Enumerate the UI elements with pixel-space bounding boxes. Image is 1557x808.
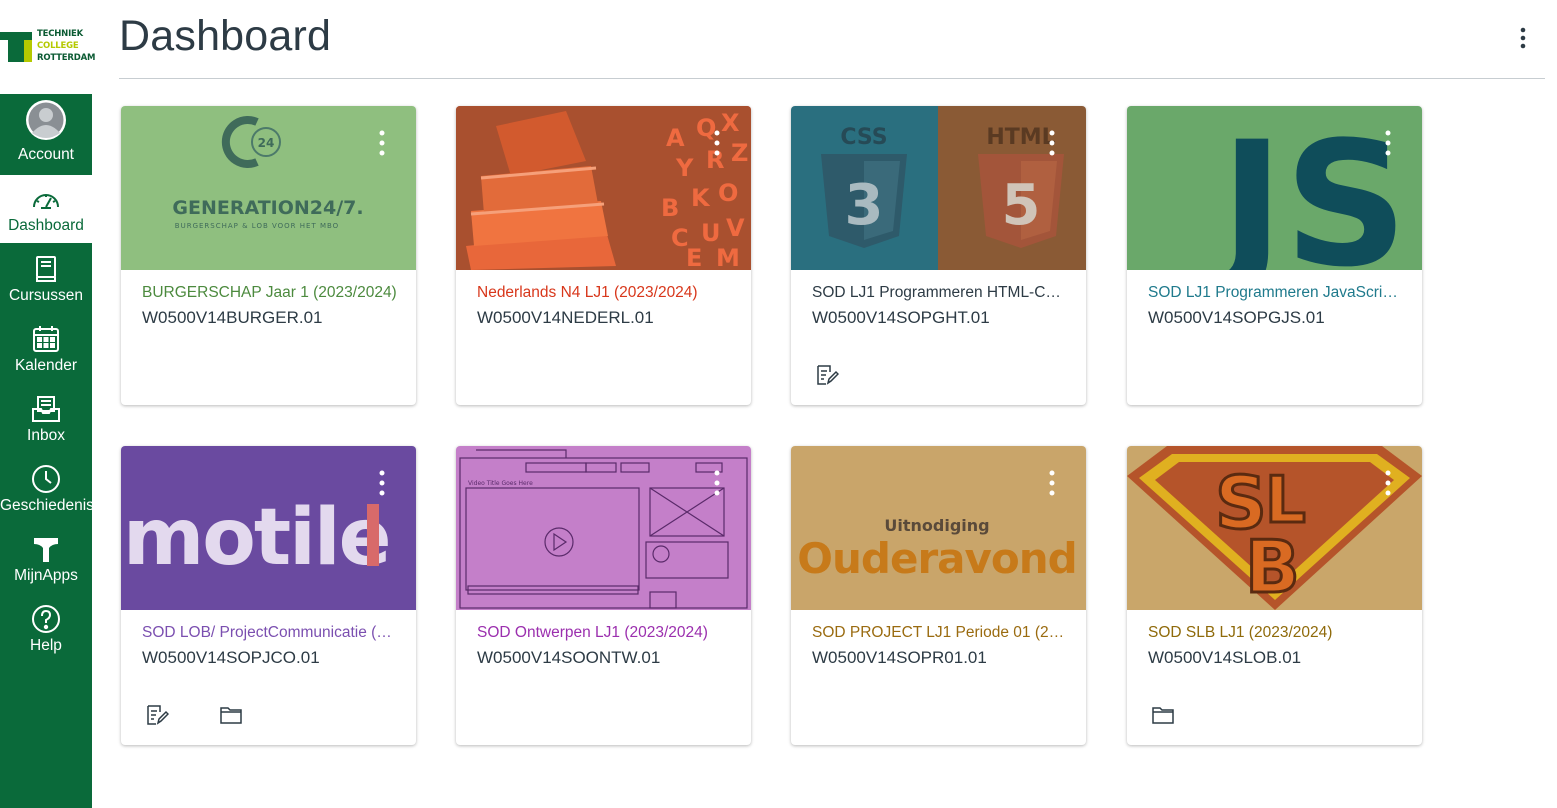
dashboard-options-button[interactable] xyxy=(1508,22,1538,54)
nav-label-account: Account xyxy=(17,146,74,163)
account-avatar-icon xyxy=(0,100,92,140)
svg-text:Z: Z xyxy=(731,139,748,167)
course-code: W0500V14SOONTW.01 xyxy=(477,648,661,667)
course-card[interactable]: AQX YRZ BKO CUV EM Nederlands N4 LJ1 (20… xyxy=(456,106,751,405)
nav-item-account[interactable]: Account xyxy=(0,96,92,166)
svg-text:E: E xyxy=(686,244,702,270)
course-title-link[interactable]: SOD LOB/ ProjectCommunicatie (2023/2024) xyxy=(142,624,400,642)
svg-text:A: A xyxy=(666,124,685,152)
course-card[interactable]: 24 GENERATION24/7. BURGERSCHAP & LOB VOO… xyxy=(121,106,416,405)
course-title-link[interactable]: SOD PROJECT LJ1 Periode 01 (2023/2024) xyxy=(812,624,1070,642)
svg-text:BURGERSCHAP & LOB VOOR HET MBO: BURGERSCHAP & LOB VOOR HET MBO xyxy=(175,222,339,230)
kebab-menu-icon xyxy=(1049,470,1055,496)
calendar-icon xyxy=(0,321,92,357)
course-title-link[interactable]: SOD SLB LJ1 (2023/2024) xyxy=(1148,624,1406,642)
inbox-icon xyxy=(0,391,92,427)
card-options-button[interactable] xyxy=(1378,128,1398,158)
nav-label-mijnapps: MijnApps xyxy=(14,567,78,584)
files-folder-icon[interactable] xyxy=(219,703,243,727)
svg-text:U: U xyxy=(701,219,721,247)
svg-text:CSS: CSS xyxy=(840,125,887,150)
svg-text:motile: motile xyxy=(123,493,390,583)
kebab-menu-icon xyxy=(714,130,720,156)
course-card[interactable]: CSS 3 HTML 5 SOD LJ1 Programmeren HTML-C… xyxy=(791,106,1086,405)
help-question-icon xyxy=(0,601,92,637)
svg-text:B: B xyxy=(1245,525,1300,609)
kebab-menu-icon xyxy=(379,470,385,496)
course-code: W0500V14SOPGJS.01 xyxy=(1148,308,1325,327)
history-clock-icon xyxy=(0,461,92,497)
course-card[interactable]: Video Title Goes Here SOD Ontwerpen LJ1 … xyxy=(456,446,751,745)
card-options-button[interactable] xyxy=(1042,468,1062,498)
dashboard-gauge-icon xyxy=(0,181,92,217)
kebab-menu-icon xyxy=(714,470,720,496)
svg-text:24: 24 xyxy=(258,136,275,150)
kebab-menu-icon xyxy=(1385,130,1391,156)
svg-text:O: O xyxy=(718,179,738,207)
card-options-button[interactable] xyxy=(707,468,727,498)
kebab-menu-icon xyxy=(1385,470,1391,496)
logo-mark-icon xyxy=(0,32,32,62)
nav-item-inbox[interactable]: Inbox xyxy=(0,385,92,455)
course-title-link[interactable]: SOD Ontwerpen LJ1 (2023/2024) xyxy=(477,624,735,642)
kebab-menu-icon xyxy=(1049,130,1055,156)
course-card[interactable]: Uitnodiging Ouderavond SOD PROJECT LJ1 P… xyxy=(791,446,1086,745)
logo-line-1: TECHNIEK xyxy=(37,29,84,39)
nav-item-geschiedenis[interactable]: Geschiedenis xyxy=(0,455,94,525)
svg-text:5: 5 xyxy=(1002,173,1041,238)
card-options-button[interactable] xyxy=(1378,468,1398,498)
school-logo[interactable]: TECHNIEK COLLEGE ROTTERDAM xyxy=(0,0,96,94)
svg-text:Uitnodiging: Uitnodiging xyxy=(884,516,989,535)
nav-label-cursussen: Cursussen xyxy=(8,287,84,304)
svg-text:Y: Y xyxy=(675,154,694,182)
svg-text:V: V xyxy=(726,214,745,242)
course-title-link[interactable]: SOD LJ1 Programmeren JavaScript (2023/20… xyxy=(1148,284,1406,302)
card-options-button[interactable] xyxy=(372,468,392,498)
nav-label-geschiedenis: Geschiedenis xyxy=(0,497,94,514)
svg-text:K: K xyxy=(691,184,711,212)
svg-text:3: 3 xyxy=(845,173,884,238)
courses-book-icon xyxy=(0,251,92,287)
page-title: Dashboard xyxy=(119,12,332,60)
assignments-icon[interactable] xyxy=(815,363,840,387)
course-card[interactable]: S L B SOD SLB LJ1 (2023/2024) W0500V14SL… xyxy=(1127,446,1422,745)
card-options-button[interactable] xyxy=(1042,128,1062,158)
kebab-menu-icon xyxy=(379,130,385,156)
nav-label-help: Help xyxy=(30,637,62,654)
nav-label-dashboard: Dashboard xyxy=(8,217,84,234)
card-options-button[interactable] xyxy=(707,128,727,158)
course-title-link[interactable]: BURGERSCHAP Jaar 1 (2023/2024) xyxy=(142,284,400,302)
files-folder-icon[interactable] xyxy=(1151,703,1175,727)
logo-line-2: COLLEGE xyxy=(37,41,79,51)
nav-item-mijnapps[interactable]: MijnApps xyxy=(0,525,92,595)
nav-label-kalender: Kalender xyxy=(14,357,78,374)
assignments-icon[interactable] xyxy=(145,703,170,727)
course-card[interactable]: JS SOD LJ1 Programmeren JavaScript (2023… xyxy=(1127,106,1422,405)
course-code: W0500V14SOPGHT.01 xyxy=(812,308,990,327)
logo-line-3: ROTTERDAM xyxy=(37,53,96,63)
mijnapps-logo-icon xyxy=(0,531,92,567)
course-code: W0500V14SOPJCO.01 xyxy=(142,648,320,667)
course-code: W0500V14BURGER.01 xyxy=(142,308,323,327)
course-title-link[interactable]: Nederlands N4 LJ1 (2023/2024) xyxy=(477,284,735,302)
svg-text:B: B xyxy=(661,194,679,222)
course-code: W0500V14NEDERL.01 xyxy=(477,308,654,327)
card-options-button[interactable] xyxy=(372,128,392,158)
course-code: W0500V14SOPR01.01 xyxy=(812,648,987,667)
svg-text:M: M xyxy=(716,244,740,270)
nav-item-help[interactable]: Help xyxy=(0,595,92,665)
kebab-menu-icon xyxy=(1520,27,1526,49)
nav-item-kalender[interactable]: Kalender xyxy=(0,315,92,385)
global-nav: TECHNIEK COLLEGE ROTTERDAM Account Dashb… xyxy=(0,0,96,808)
course-code: W0500V14SLOB.01 xyxy=(1148,648,1302,667)
nav-label-inbox: Inbox xyxy=(27,427,65,444)
course-card[interactable]: motile SOD LOB/ ProjectCommunicatie (202… xyxy=(121,446,416,745)
header-divider xyxy=(119,78,1545,79)
svg-text:Ouderavond: Ouderavond xyxy=(797,534,1076,583)
nav-item-cursussen[interactable]: Cursussen xyxy=(0,245,92,315)
nav-item-dashboard[interactable]: Dashboard xyxy=(0,175,92,243)
svg-text:GENERATION24/7.: GENERATION24/7. xyxy=(172,197,363,219)
svg-text:Video Title Goes Here: Video Title Goes Here xyxy=(468,480,533,487)
course-title-link[interactable]: SOD LJ1 Programmeren HTML-CSS (2023/2024… xyxy=(812,284,1070,302)
